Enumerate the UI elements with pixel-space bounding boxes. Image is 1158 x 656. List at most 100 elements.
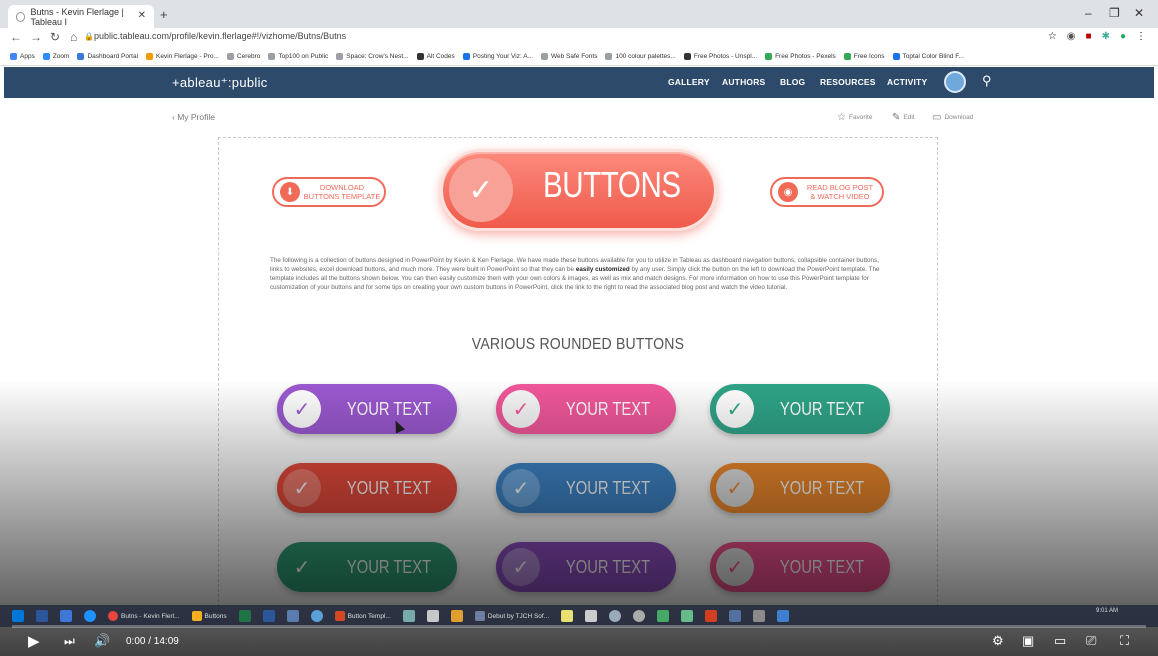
user-avatar[interactable] bbox=[944, 71, 966, 93]
app-icon[interactable] bbox=[585, 610, 598, 622]
app-icon[interactable] bbox=[36, 610, 48, 622]
chrome-icon[interactable] bbox=[310, 610, 323, 622]
browser-tab[interactable]: Butns - Kevin Flerlage | Tableau I ✕ bbox=[8, 5, 154, 28]
taskbar-window-label: Butns - Kevin Flerl... bbox=[121, 612, 180, 620]
bookmark-label: Web Safe Fonts bbox=[550, 53, 598, 60]
app-icon[interactable] bbox=[753, 610, 766, 622]
app-icon[interactable] bbox=[402, 610, 415, 622]
edge-icon[interactable] bbox=[84, 610, 96, 622]
app-icon[interactable] bbox=[705, 610, 718, 622]
bookmark-item[interactable]: Apps bbox=[10, 53, 35, 60]
extension-icon[interactable]: ◉ bbox=[1067, 31, 1076, 42]
word-icon[interactable] bbox=[262, 610, 275, 622]
app-icon[interactable] bbox=[561, 610, 574, 622]
home-icon[interactable]: ⌂ bbox=[70, 30, 77, 44]
bookmark-favicon-icon bbox=[605, 53, 613, 60]
hero-title: BUTTONS bbox=[543, 164, 681, 205]
app-icon[interactable] bbox=[609, 610, 622, 622]
bookmark-favicon-icon bbox=[416, 53, 424, 60]
url-input[interactable]: public.tableau.com/profile/kevin.flerlag… bbox=[94, 31, 346, 41]
app-icon[interactable] bbox=[450, 610, 463, 622]
taskbar-window[interactable]: Button Templ... bbox=[334, 611, 391, 621]
bookmark-label: Zoom bbox=[52, 53, 70, 60]
hero-buttons-banner: ✓ BUTTONS bbox=[440, 149, 717, 231]
bookmark-label: Free Photos - Unspl... bbox=[693, 53, 758, 60]
bookmark-favicon-icon bbox=[765, 53, 773, 60]
app-icon[interactable] bbox=[426, 610, 439, 622]
tableau-public-logo[interactable]: +ableau⁺:public bbox=[172, 75, 268, 91]
app-icon[interactable] bbox=[60, 610, 72, 622]
theater-mode-icon[interactable]: ▭ bbox=[1054, 633, 1066, 649]
bookmarks-bar: Apps Zoom Dashboard Portal Kevin Flerlage -… bbox=[0, 48, 1158, 66]
browser-tab-strip: Butns - Kevin Flerlage | Tableau I ✕ + –… bbox=[0, 0, 1158, 28]
window-close-button[interactable]: ✕ bbox=[1134, 6, 1144, 20]
app-icon[interactable] bbox=[777, 610, 790, 622]
address-bar-row: ← → ↻ ⌂ 🔒 public.tableau.com/profile/kev… bbox=[0, 28, 1158, 48]
tab-close-icon[interactable]: ✕ bbox=[138, 10, 146, 21]
bookmark-item[interactable]: Space: Crow's Nest... bbox=[336, 53, 409, 60]
back-arrow-icon[interactable]: ← bbox=[10, 30, 22, 44]
download-template-button[interactable]: ⬇ DOWNLOAD BUTTONS TEMPLATE bbox=[272, 177, 386, 207]
new-tab-button[interactable]: + bbox=[160, 7, 168, 22]
settings-gear-icon[interactable]: ⚙ bbox=[992, 633, 1004, 649]
bookmark-item[interactable]: Free Photos - Unspl... bbox=[683, 53, 758, 60]
nav-blog[interactable]: BLOG bbox=[780, 77, 805, 87]
fullscreen-icon[interactable]: ⛶ bbox=[1120, 633, 1129, 649]
app-icon[interactable] bbox=[729, 610, 742, 622]
nav-activity[interactable]: ACTIVITY bbox=[887, 77, 927, 87]
nav-resources[interactable]: RESOURCES bbox=[820, 77, 876, 87]
bookmark-item[interactable]: Dashboard Portal bbox=[77, 53, 138, 60]
play-icon[interactable]: ▶ bbox=[28, 632, 40, 650]
restore-button[interactable]: ❐ bbox=[1109, 6, 1120, 20]
excel-icon[interactable] bbox=[238, 610, 251, 622]
bookmark-item[interactable]: 100 colour palettes... bbox=[605, 53, 676, 60]
intro-bold: easily customized bbox=[575, 266, 630, 273]
bookmark-item[interactable]: Posting Your Viz: A... bbox=[462, 53, 533, 60]
bookmark-item[interactable]: Top100 on Public bbox=[268, 53, 328, 60]
app-icon[interactable] bbox=[286, 610, 299, 622]
read-blog-post-button[interactable]: ◉ READ BLOG POST & WATCH VIDEO bbox=[770, 177, 884, 207]
app-icon[interactable] bbox=[681, 610, 694, 622]
bookmark-item[interactable]: Free Photos - Pexels bbox=[765, 53, 836, 60]
bookmark-item[interactable]: Cerebro bbox=[226, 53, 260, 60]
app-icon[interactable] bbox=[657, 610, 670, 622]
bookmark-label: Space: Crow's Nest... bbox=[346, 53, 409, 60]
next-icon[interactable]: ⏭ bbox=[64, 634, 75, 649]
bookmark-item[interactable]: Alt Codes bbox=[416, 53, 455, 60]
cast-icon[interactable]: ⎚ bbox=[1086, 633, 1096, 649]
bookmark-favicon-icon bbox=[462, 53, 470, 60]
bookmark-item[interactable]: Zoom bbox=[42, 53, 70, 60]
bookmark-item[interactable]: Free Icons bbox=[843, 53, 885, 60]
forward-arrow-icon[interactable]: → bbox=[30, 30, 42, 44]
bookmark-item[interactable]: Web Safe Fonts bbox=[540, 53, 598, 60]
nav-gallery[interactable]: GALLERY bbox=[668, 77, 710, 87]
video-time: 0:00 / 14:09 bbox=[126, 636, 179, 647]
tableau-public-header: +ableau⁺:public GALLERY AUTHORS BLOG RES… bbox=[4, 67, 1154, 98]
search-icon[interactable]: ⚲ bbox=[982, 73, 992, 89]
download-icon: ▭ bbox=[932, 112, 942, 123]
reload-icon[interactable]: ↻ bbox=[50, 30, 60, 44]
download-button[interactable]: ▭ Download bbox=[932, 112, 973, 123]
taskbar-window[interactable]: Butns - Kevin Flerl... bbox=[108, 611, 180, 621]
minimize-button[interactable]: – bbox=[1085, 6, 1092, 20]
menu-kebab-icon[interactable]: ⋮ bbox=[1136, 31, 1146, 42]
taskbar-window[interactable]: Debut by TJCH Sof... bbox=[474, 611, 549, 621]
start-icon[interactable] bbox=[12, 610, 24, 622]
taskbar-window[interactable]: Buttons bbox=[191, 611, 227, 621]
favorite-button[interactable]: ☆ Favorite bbox=[837, 112, 872, 123]
miniplayer-icon[interactable]: ▣ bbox=[1022, 633, 1034, 649]
my-profile-link[interactable]: ‹ My Profile bbox=[172, 112, 215, 122]
download-label: Download bbox=[944, 114, 974, 121]
nav-authors[interactable]: AUTHORS bbox=[722, 77, 765, 87]
edit-button[interactable]: ✎ Edit bbox=[892, 112, 915, 123]
volume-icon[interactable]: 🔊 bbox=[94, 633, 110, 649]
bookmark-item[interactable]: Toptal Color Blind F... bbox=[892, 53, 964, 60]
bookmark-favicon-icon bbox=[336, 53, 344, 60]
app-icon[interactable] bbox=[633, 610, 646, 622]
profile-avatar-icon[interactable]: ● bbox=[1120, 31, 1126, 42]
extension-icon[interactable]: ■ bbox=[1086, 31, 1092, 42]
extension-icon[interactable]: ✱ bbox=[1102, 31, 1110, 42]
taskbar-clock[interactable]: 9:01 AM bbox=[1096, 607, 1118, 615]
star-icon[interactable]: ☆ bbox=[1048, 31, 1057, 42]
bookmark-item[interactable]: Kevin Flerlage - Pro... bbox=[146, 53, 219, 60]
